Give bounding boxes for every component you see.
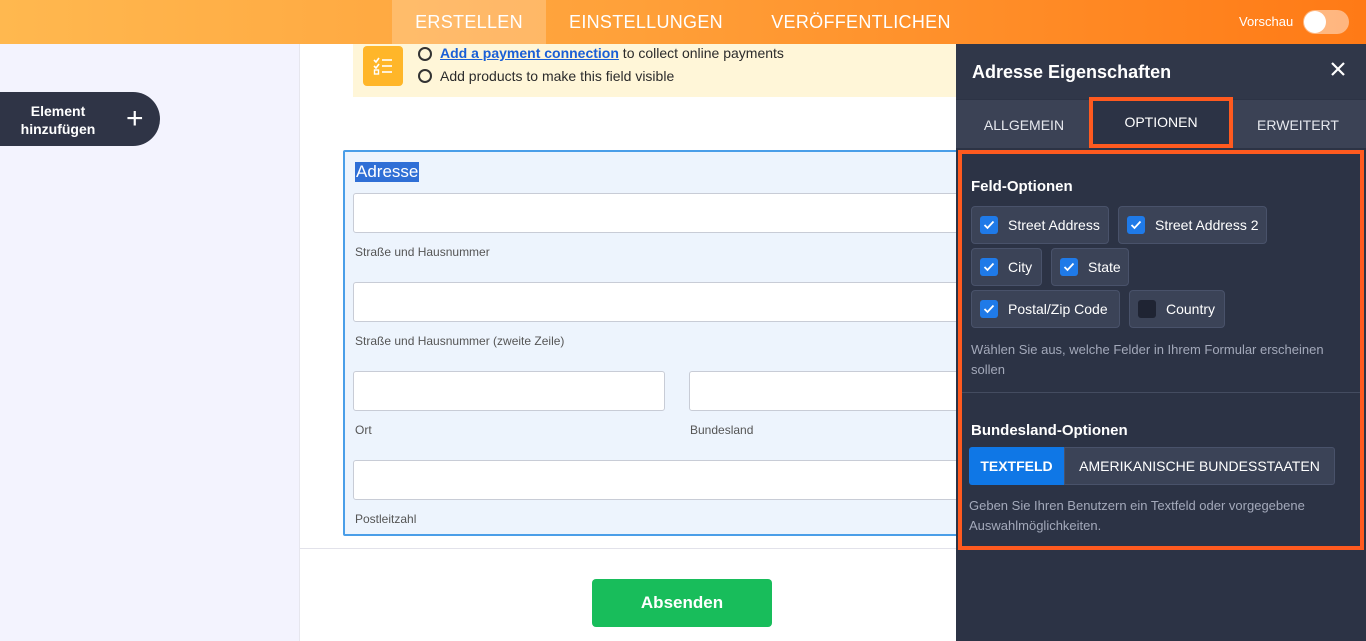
panel-title: Adresse Eigenschaften xyxy=(972,62,1172,82)
option-label: State xyxy=(1088,259,1121,275)
add-element-label-line1: Element xyxy=(30,103,86,119)
preview-label: Vorschau xyxy=(1239,14,1294,29)
checkbox-checked-icon xyxy=(980,216,998,234)
panel-header: Adresse Eigenschaften xyxy=(956,44,1366,99)
preview-toggle[interactable] xyxy=(1303,10,1349,34)
option-postal-zip-code[interactable]: Postal/Zip Code xyxy=(971,290,1120,328)
add-payment-connection-link[interactable]: Add a payment connection xyxy=(440,45,619,61)
option-label: Country xyxy=(1166,301,1216,317)
state-sublabel: Bundesland xyxy=(690,423,754,437)
option-street-address-2[interactable]: Street Address 2 xyxy=(1118,206,1267,244)
checkbox-checked-icon xyxy=(980,300,998,318)
tab-optionen[interactable]: OPTIONEN xyxy=(1089,97,1233,148)
form-divider xyxy=(300,548,957,549)
option-label: Street Address xyxy=(1008,217,1100,233)
checkbox-checked-icon xyxy=(1060,258,1078,276)
top-navigation-bar: ERSTELLEN EINSTELLUNGEN VERÖFFENTLICHEN … xyxy=(0,0,1366,44)
state-options-title: Bundesland-Optionen xyxy=(971,422,1128,439)
zip-code-input[interactable] xyxy=(353,460,961,500)
plus-icon: + xyxy=(126,102,144,135)
add-element-button[interactable]: Element hinzufügen + xyxy=(0,92,160,146)
state-options-hint: Geben Sie Ihren Benutzern ein Textfeld o… xyxy=(969,498,1305,533)
address-field-title[interactable]: Adresse xyxy=(355,162,420,182)
street-address-sublabel: Straße und Hausnummer xyxy=(355,245,490,259)
city-input[interactable] xyxy=(353,371,665,411)
state-option-us-states[interactable]: AMERIKANISCHE BUNDESSTAATEN xyxy=(1064,447,1335,485)
option-label: Postal/Zip Code xyxy=(1008,301,1108,317)
option-country[interactable]: Country xyxy=(1129,290,1225,328)
panel-tabs: ALLGEMEIN OPTIONEN ERWEITERT xyxy=(956,97,1366,148)
city-sublabel: Ort xyxy=(355,423,372,437)
option-label: City xyxy=(1008,259,1033,275)
notice-line-1-text: to collect online payments xyxy=(618,45,784,61)
notice-line-1: Add a payment connection to collect onli… xyxy=(440,45,784,61)
tab-allgemein[interactable]: ALLGEMEIN xyxy=(956,100,1092,148)
checklist-icon xyxy=(363,46,403,86)
checkbox-unchecked-icon xyxy=(1138,300,1156,318)
checkbox-checked-icon xyxy=(1127,216,1145,234)
tab-einstellungen[interactable]: EINSTELLUNGEN xyxy=(556,0,736,44)
add-element-label-line2: hinzufügen xyxy=(20,121,96,137)
state-option-textfeld[interactable]: TEXTFELD xyxy=(969,447,1064,485)
tab-erstellen[interactable]: ERSTELLEN xyxy=(392,0,546,44)
street-address-2-input[interactable] xyxy=(353,282,961,322)
street-address-input[interactable] xyxy=(353,193,961,233)
option-label: Street Address 2 xyxy=(1155,217,1259,233)
checkbox-checked-icon xyxy=(980,258,998,276)
radio-add-products[interactable] xyxy=(418,69,432,83)
section-divider xyxy=(962,392,1360,393)
radio-payment-connection[interactable] xyxy=(418,47,432,61)
tab-veroeffentlichen[interactable]: VERÖFFENTLICHEN xyxy=(760,0,962,44)
field-options-hint: Wählen Sie aus, welche Felder in Ihrem F… xyxy=(971,342,1324,377)
notice-line-2: Add products to make this field visible xyxy=(440,68,675,84)
option-state[interactable]: State xyxy=(1051,248,1129,286)
address-field-block[interactable]: Adresse Straße und Hausnummer Straße und… xyxy=(343,150,963,536)
options-highlight-frame: Feld-Optionen Street Address Street Addr… xyxy=(958,150,1364,550)
payment-notice: Add a payment connection to collect onli… xyxy=(353,44,957,97)
option-street-address[interactable]: Street Address xyxy=(971,206,1109,244)
street-address-2-sublabel: Straße und Hausnummer (zweite Zeile) xyxy=(355,334,565,348)
close-icon[interactable] xyxy=(1330,58,1346,82)
field-options-title: Feld-Optionen xyxy=(971,178,1073,195)
form-canvas: Add a payment connection to collect onli… xyxy=(299,44,963,641)
submit-button[interactable]: Absenden xyxy=(592,579,772,627)
option-city[interactable]: City xyxy=(971,248,1042,286)
toggle-knob xyxy=(1304,11,1326,33)
zip-code-sublabel: Postleitzahl xyxy=(355,512,417,526)
state-input[interactable] xyxy=(689,371,961,411)
properties-panel: Adresse Eigenschaften ALLGEMEIN OPTIONEN… xyxy=(956,44,1366,641)
add-element-label: Element hinzufügen xyxy=(8,102,108,138)
tab-erweitert[interactable]: ERWEITERT xyxy=(1230,100,1366,148)
